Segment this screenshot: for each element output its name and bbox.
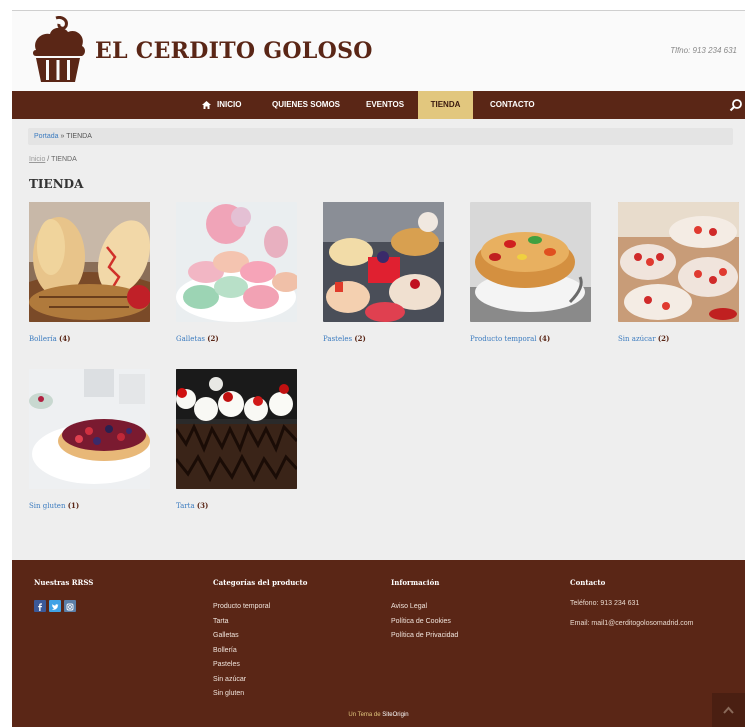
social-links xyxy=(34,600,93,612)
footer-category-link[interactable]: Sin azúcar xyxy=(213,673,307,688)
category-image-tarta[interactable] xyxy=(176,369,297,489)
main-content: Portada » TIENDA Inicio / TIENDA TIENDA … xyxy=(12,119,745,560)
category-count: (2) xyxy=(354,334,366,343)
contact-phone: Teléfono: 913 234 631 xyxy=(570,600,640,607)
footer-info-link[interactable]: Política de Cookies xyxy=(391,615,458,630)
category-name[interactable]: Producto temporal xyxy=(470,335,536,343)
credit-link[interactable]: SiteOrigin xyxy=(382,712,408,718)
footer-category-link[interactable]: Tarta xyxy=(213,615,307,630)
category-count: (2) xyxy=(657,334,670,343)
category-name[interactable]: Galletas xyxy=(176,335,205,343)
site-header: EL CERDITO GOLOSO Tlfno: 913 234 631 xyxy=(12,11,745,91)
product-category-item[interactable]: Sin azúcar (2) xyxy=(618,202,739,343)
nav-item-quienes-somos[interactable]: QUIENES SOMOS xyxy=(272,91,340,119)
facebook-icon[interactable] xyxy=(34,600,46,612)
home-icon xyxy=(202,100,211,109)
footer-info-link[interactable]: Aviso Legal xyxy=(391,600,458,615)
category-name[interactable]: Pasteles xyxy=(323,335,352,343)
footer-category-link[interactable]: Galletas xyxy=(213,629,307,644)
footer-info-link[interactable]: Política de Privacidad xyxy=(391,629,458,644)
product-category-item[interactable]: Producto temporal (4) xyxy=(470,202,591,343)
back-to-top-button[interactable] xyxy=(712,693,745,727)
page-title: TIENDA xyxy=(29,177,84,191)
contact-email[interactable]: Email: mail1@cerditogolosomadrid.com xyxy=(570,620,693,627)
category-image-galletas[interactable] xyxy=(176,202,297,322)
nav-item-inicio[interactable]: INICIO xyxy=(202,91,241,119)
category-name[interactable]: Sin gluten xyxy=(29,502,65,510)
category-count: (4) xyxy=(538,334,551,343)
site-title[interactable]: EL CERDITO GOLOSO xyxy=(95,38,373,64)
footer-category-link[interactable]: Bollería xyxy=(213,644,307,659)
cupcake-logo-icon[interactable] xyxy=(28,16,88,84)
footer-category-link[interactable]: Pasteles xyxy=(213,658,307,673)
nav-item-tienda[interactable]: TIENDA xyxy=(418,91,473,119)
nav-item-label: INICIO xyxy=(217,100,242,109)
footer-col-categories: Categorías del producto Producto tempora… xyxy=(213,578,307,702)
product-category-item[interactable]: Pasteles (2) xyxy=(323,202,444,343)
footer-col-info: Información Aviso Legal Política de Cook… xyxy=(391,578,458,644)
footer-heading: Contacto xyxy=(570,578,606,587)
category-count: (3) xyxy=(196,501,209,510)
site-footer: Nuestras RRSS Categorías del producto Pr… xyxy=(12,560,745,727)
footer-heading: Información xyxy=(391,578,440,587)
category-image-pasteles[interactable] xyxy=(323,202,444,322)
footer-heading: Nuestras RRSS xyxy=(34,578,94,587)
footer-category-link[interactable]: Producto temporal xyxy=(213,600,307,615)
category-name[interactable]: Sin azúcar xyxy=(618,335,656,343)
breadcrumb-current: TIENDA xyxy=(66,133,92,140)
main-navigation: INICIO QUIENES SOMOS EVENTOS TIENDA CONT… xyxy=(12,91,745,119)
product-category-item[interactable]: Bollería (4) xyxy=(29,202,150,343)
footer-heading: Categorías del producto xyxy=(213,578,308,587)
footer-credit: Un Tema de SiteOrigin xyxy=(12,712,745,718)
product-category-item[interactable]: Galletas (2) xyxy=(176,202,297,343)
instagram-icon[interactable] xyxy=(64,600,76,612)
breadcrumb-current: TIENDA xyxy=(51,156,77,163)
breadcrumb-link-portada[interactable]: Portada xyxy=(34,133,59,140)
category-count: (4) xyxy=(58,334,71,343)
footer-col-contact: Contacto Teléfono: 913 234 631 Email: ma… xyxy=(570,578,693,640)
nav-item-label: CONTACTO xyxy=(490,100,535,109)
twitter-icon[interactable] xyxy=(49,600,61,612)
category-image-producto-temporal[interactable] xyxy=(470,202,591,322)
breadcrumb-link-inicio[interactable]: Inicio xyxy=(29,156,45,163)
category-name[interactable]: Bollería xyxy=(29,335,57,343)
category-count: (2) xyxy=(207,334,219,343)
footer-col-rrss: Nuestras RRSS xyxy=(34,578,93,612)
category-image-sin-gluten[interactable] xyxy=(29,369,150,489)
woocommerce-breadcrumb: Inicio / TIENDA xyxy=(29,156,77,163)
footer-category-link[interactable]: Sin gluten xyxy=(213,687,307,702)
category-image-bolleria[interactable] xyxy=(29,202,150,322)
header-phone: Tlfno: 913 234 631 xyxy=(670,46,737,55)
nav-item-label: TIENDA xyxy=(430,100,461,109)
nav-item-label: EVENTOS xyxy=(366,100,405,109)
nav-item-label: QUIENES SOMOS xyxy=(272,100,341,109)
search-icon[interactable] xyxy=(729,98,743,112)
chevron-up-icon xyxy=(723,706,734,714)
nav-item-eventos[interactable]: EVENTOS xyxy=(366,91,404,119)
nav-item-contacto[interactable]: CONTACTO xyxy=(490,91,535,119)
category-image-sin-azucar[interactable] xyxy=(618,202,739,322)
category-count: (1) xyxy=(67,501,80,510)
category-name[interactable]: Tarta xyxy=(176,502,195,510)
product-category-item[interactable]: Tarta (3) xyxy=(176,369,297,510)
product-category-item[interactable]: Sin gluten (1) xyxy=(29,369,150,510)
breadcrumb: Portada » TIENDA xyxy=(28,128,733,145)
credit-text: Un Tema de xyxy=(348,712,383,718)
